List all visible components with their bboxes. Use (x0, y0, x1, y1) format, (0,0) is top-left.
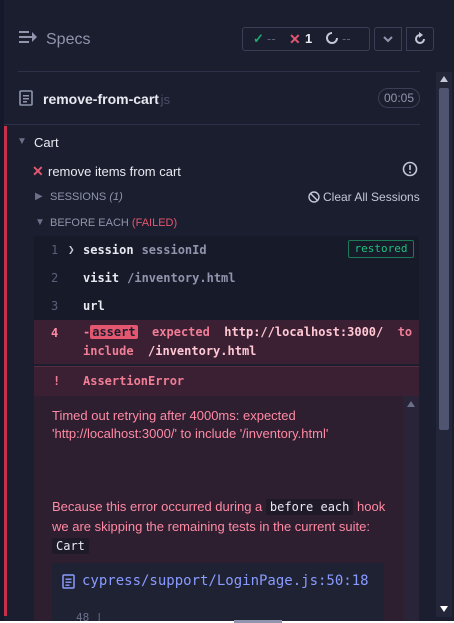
document-icon (19, 90, 33, 106)
sessions-label[interactable]: SESSIONS (1) (50, 191, 123, 203)
check-icon: ✓ (253, 31, 264, 46)
chevron-right-icon[interactable]: ❯ (68, 236, 75, 264)
command-name: url (83, 299, 105, 313)
chevron-down-icon[interactable]: ▼ (35, 217, 45, 228)
x-icon: ✕ (32, 163, 44, 179)
specs-list-icon[interactable] (19, 29, 37, 45)
scroll-down-arrow[interactable] (440, 606, 448, 612)
codeframe[interactable]: cypress/support/LoginPage.js:50:18 48 | (52, 563, 384, 621)
command-number: 4 (51, 326, 59, 340)
command-message: sessionId (141, 243, 207, 257)
codeframe-line: 48 | (76, 611, 103, 621)
sessions-count: (1) (109, 191, 123, 203)
header: Specs ✓ -- ✕ 1 -- (4, 0, 454, 80)
command-row[interactable]: 3 url (34, 292, 419, 320)
failure-indicator (4, 126, 7, 616)
chevron-down-button[interactable] (374, 27, 402, 51)
before-each-label[interactable]: BEFORE EACH (FAILED) (50, 217, 177, 229)
reload-icon (415, 32, 425, 44)
passed-count: -- (267, 31, 276, 46)
specs-title[interactable]: Specs (46, 31, 90, 49)
command-name: visit/inventory.html (83, 271, 236, 285)
scroll-up-arrow[interactable] (407, 401, 415, 407)
chevron-right-icon[interactable]: ▶ (35, 191, 43, 202)
clear-sessions-button[interactable]: Clear All Sessions (308, 190, 420, 204)
code-chip: Cart (52, 538, 89, 554)
assert-badge: assert (90, 325, 138, 339)
test-stats: ✓ -- ✕ 1 -- (242, 27, 370, 51)
restored-badge: restored (348, 240, 414, 258)
suite-title[interactable]: Cart (34, 135, 59, 150)
error-header: ! AssertionError (34, 366, 419, 396)
error-body: Timed out retrying after 4000ms: expecte… (34, 396, 403, 621)
pending-icon (326, 32, 338, 44)
error-icon: ! (53, 374, 61, 388)
error-scrollbar[interactable] (403, 396, 419, 621)
before-each-status: (FAILED) (131, 217, 178, 229)
chevron-down-icon[interactable]: ▼ (17, 136, 27, 147)
scroll-up-arrow[interactable] (440, 76, 448, 82)
info-icon[interactable] (402, 161, 418, 177)
command-number: 1 (51, 243, 59, 257)
reload-button[interactable] (406, 27, 434, 51)
divider (4, 124, 420, 125)
error-hook-message: Because this error occurred during a bef… (52, 499, 386, 554)
command-name: session sessionId (83, 243, 207, 257)
failed-command-line: - assert expected http://localhost:3000/ … (83, 325, 413, 339)
error-type: AssertionError (83, 374, 185, 388)
spec-file-extension: .js (157, 92, 170, 107)
failed-command-line: include /inventory.html (83, 344, 257, 358)
pending-count: -- (342, 31, 351, 46)
spec-file-name[interactable]: remove-from-cart (43, 91, 159, 107)
chevron-down-icon (383, 36, 393, 43)
command-message: /inventory.html (127, 271, 236, 285)
code-chip: before each (265, 499, 354, 515)
codeframe-file-link[interactable]: cypress/support/LoginPage.js:50:18 (82, 573, 369, 589)
document-icon (62, 574, 75, 589)
failed-command-row[interactable]: 4 - assert expected http://localhost:3000… (34, 320, 419, 364)
divider (18, 71, 420, 72)
duration-badge: 00:05 (378, 88, 420, 108)
test-title[interactable]: remove items from cart (48, 164, 181, 179)
reporter-panel: Specs ✓ -- ✕ 1 -- remove-from-cart .js 0… (0, 0, 454, 621)
no-entry-icon (308, 191, 320, 203)
command-number: 3 (51, 299, 59, 313)
failed-count: 1 (305, 31, 313, 46)
scrollbar-thumb[interactable] (439, 88, 449, 430)
command-row[interactable]: 2 visit/inventory.html (34, 264, 419, 292)
command-number: 2 (51, 271, 59, 285)
x-icon: ✕ (289, 31, 301, 47)
error-message: Timed out retrying after 4000ms: expecte… (52, 408, 329, 441)
